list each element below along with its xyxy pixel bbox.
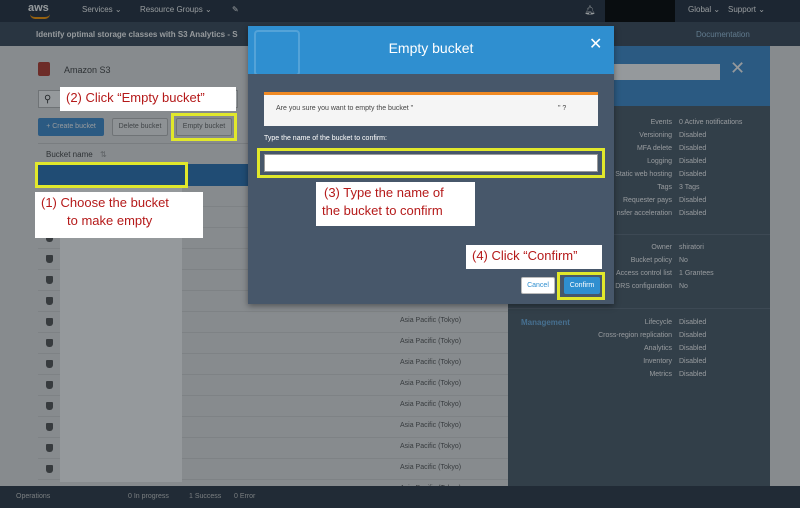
step3-line2: the bucket to confirm	[322, 203, 443, 218]
step4-highlight	[557, 272, 605, 300]
dialog-header: Empty bucket ✕	[248, 26, 614, 74]
step3-callout: (3) Type the name of the bucket to confi…	[316, 182, 475, 226]
step3-line1: (3) Type the name of	[324, 185, 444, 200]
warning-text: Are you sure you want to empty the bucke…	[276, 105, 414, 112]
step2-callout: (2) Click “Empty bucket”	[60, 87, 236, 111]
step1-highlight	[35, 162, 188, 188]
close-icon[interactable]: ✕	[589, 36, 602, 54]
step3-highlight	[257, 148, 605, 178]
step1-line2: to make empty	[67, 213, 153, 228]
confirm-name-label: Type the name of the bucket to confirm:	[264, 135, 387, 142]
step4-callout: (4) Click “Confirm”	[466, 245, 602, 269]
dialog-title: Empty bucket	[388, 40, 474, 56]
step1-line1: (1) Choose the bucket	[41, 195, 169, 210]
step2-highlight	[171, 113, 237, 141]
cancel-button[interactable]: Cancel	[521, 277, 555, 294]
warning-message: Are you sure you want to empty the bucke…	[264, 92, 598, 126]
warning-text-end: " ?	[558, 105, 567, 112]
step1-callout: (1) Choose the bucket to make empty	[35, 192, 203, 238]
